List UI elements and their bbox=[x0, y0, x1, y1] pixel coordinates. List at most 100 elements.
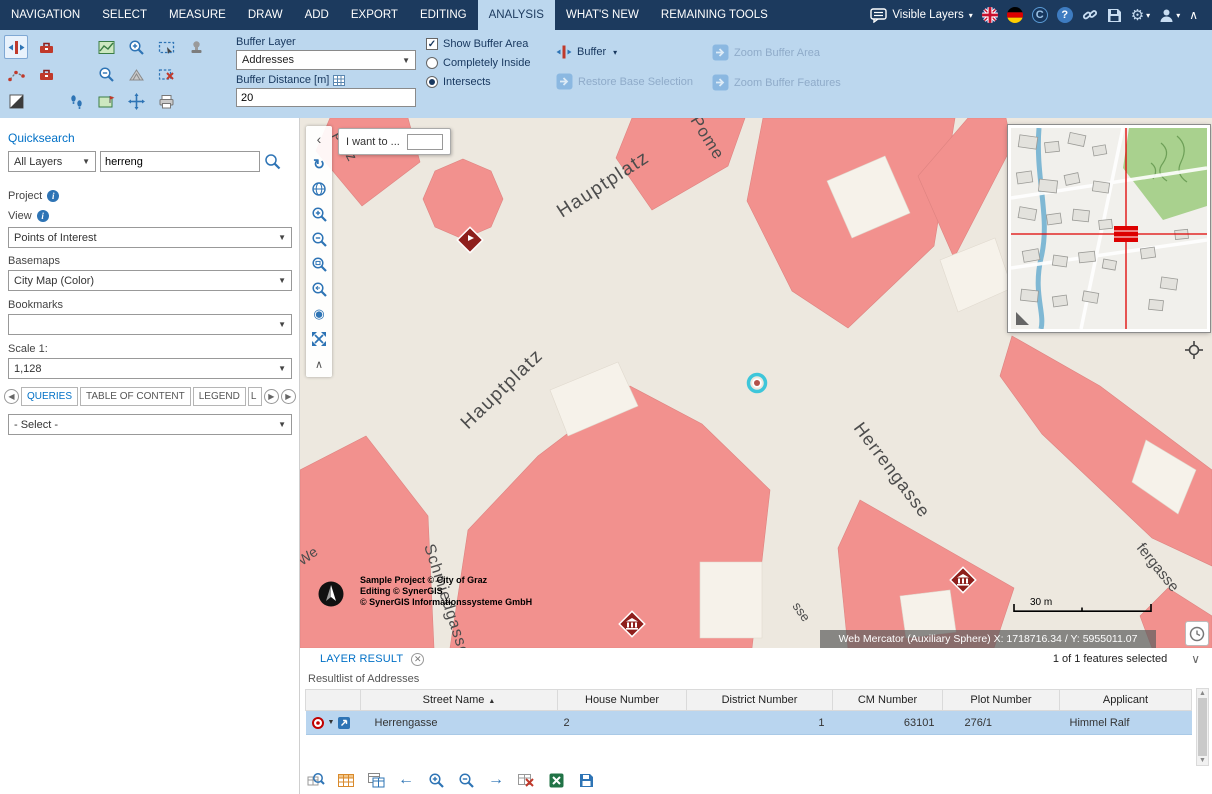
refresh-icon[interactable]: ↻ bbox=[309, 154, 329, 174]
save-session-icon[interactable] bbox=[1107, 8, 1122, 23]
zoom-in-icon[interactable] bbox=[309, 204, 329, 224]
menu-draw[interactable]: DRAW bbox=[237, 0, 294, 30]
select-rectangle-tool-icon[interactable] bbox=[154, 35, 178, 59]
tabs-scroll-right-icon[interactable]: ▶ bbox=[264, 389, 279, 404]
menu-whats-new[interactable]: WHAT'S NEW bbox=[555, 0, 650, 30]
column-header-cm-number[interactable]: CM Number bbox=[833, 690, 943, 711]
show-buffer-area-checkbox[interactable]: ✓Show Buffer Area bbox=[426, 38, 530, 50]
pan-tool-icon[interactable] bbox=[124, 89, 148, 113]
menu-add[interactable]: ADD bbox=[294, 0, 340, 30]
print-tool-icon[interactable] bbox=[154, 89, 178, 113]
search-icon[interactable] bbox=[264, 153, 281, 170]
project-info-icon[interactable]: i bbox=[47, 190, 59, 202]
column-header-district-number[interactable]: District Number bbox=[687, 690, 833, 711]
column-header-applicant[interactable]: Applicant bbox=[1060, 690, 1192, 711]
grid-picker-icon[interactable] bbox=[333, 75, 345, 86]
settings-dropdown[interactable]: ⚙▾ bbox=[1131, 8, 1150, 23]
search-layer-select[interactable]: All Layers▼ bbox=[8, 151, 96, 172]
menu-editing[interactable]: EDITING bbox=[409, 0, 478, 30]
i-want-to-input[interactable] bbox=[407, 134, 443, 150]
copernicus-icon[interactable]: C bbox=[1032, 7, 1048, 23]
column-header-house-number[interactable]: House Number bbox=[558, 690, 687, 711]
menu-measure[interactable]: MEASURE bbox=[158, 0, 237, 30]
map-viewport[interactable]: Hauptplatz Hauptplatz Herrengasse Pome S… bbox=[300, 118, 1212, 648]
completely-inside-radio[interactable]: Completely Inside bbox=[426, 57, 530, 69]
view-select[interactable]: Points of Interest▼ bbox=[8, 227, 292, 248]
overview-map-tool-icon[interactable] bbox=[94, 35, 118, 59]
zoom-buffer-features-button[interactable]: Zoom Buffer Features bbox=[712, 74, 841, 91]
tab-table-of-content[interactable]: TABLE OF CONTENT bbox=[80, 387, 191, 406]
center-map-icon[interactable]: ◉ bbox=[309, 304, 329, 324]
zoom-out-tool-icon[interactable] bbox=[94, 62, 118, 86]
user-dropdown[interactable]: ▾ bbox=[1159, 8, 1180, 23]
link-icon[interactable] bbox=[1082, 7, 1098, 23]
export-excel-icon[interactable] bbox=[547, 771, 565, 789]
buffer-button[interactable]: Buffer▾ bbox=[556, 44, 693, 60]
visible-layers-dropdown[interactable]: Visible Layers ▾ bbox=[870, 8, 972, 23]
swipe-tool-icon[interactable] bbox=[4, 89, 28, 113]
zoom-out-icon[interactable] bbox=[309, 229, 329, 249]
full-extent-icon[interactable] bbox=[309, 329, 329, 349]
intersects-radio[interactable]: Intersects bbox=[426, 76, 530, 88]
tab-queries[interactable]: QUERIES bbox=[21, 387, 78, 406]
scale-select[interactable]: 1,128▼ bbox=[8, 358, 292, 379]
tabs-overflow-icon[interactable]: ▶ bbox=[281, 389, 296, 404]
zoom-to-selection-icon[interactable] bbox=[307, 771, 325, 789]
gps-position-icon[interactable] bbox=[1184, 340, 1204, 363]
zoom-in-tool-icon[interactable] bbox=[124, 35, 148, 59]
collapse-sidebar-icon[interactable]: ‹ bbox=[309, 129, 329, 149]
column-header-plot-number[interactable]: Plot Number bbox=[943, 690, 1060, 711]
zoom-in-result-icon[interactable] bbox=[427, 771, 445, 789]
i-want-to-widget[interactable]: I want to ... bbox=[338, 128, 451, 155]
clear-selection-tool-icon[interactable] bbox=[154, 62, 178, 86]
scrollbar-thumb[interactable] bbox=[1198, 698, 1207, 756]
menu-select[interactable]: SELECT bbox=[91, 0, 158, 30]
result-table-scrollbar[interactable]: ▲ ▼ bbox=[1196, 688, 1209, 766]
next-result-icon[interactable]: → bbox=[487, 771, 505, 789]
globe-icon[interactable] bbox=[309, 179, 329, 199]
buffer-layer-select[interactable]: Addresses▼ bbox=[236, 50, 416, 70]
buffer-tool-icon[interactable] bbox=[4, 35, 28, 59]
history-clock-icon[interactable] bbox=[1185, 621, 1209, 646]
toolbox-icon[interactable] bbox=[34, 35, 58, 59]
row-menu-chevron-icon[interactable]: ▼ bbox=[328, 719, 335, 726]
footprints-tool-icon[interactable] bbox=[64, 89, 88, 113]
tab-legend[interactable]: LEGEND bbox=[193, 387, 246, 406]
zoom-out-result-icon[interactable] bbox=[457, 771, 475, 789]
map-flag-tool-icon[interactable] bbox=[94, 89, 118, 113]
open-table-icon[interactable] bbox=[337, 771, 355, 789]
language-german-flag-icon[interactable] bbox=[1007, 7, 1023, 23]
previous-result-icon[interactable]: ← bbox=[397, 771, 415, 789]
clear-selection-icon[interactable] bbox=[517, 771, 535, 789]
zoom-to-feature-icon[interactable] bbox=[337, 716, 351, 730]
toolbox-secondary-icon[interactable] bbox=[34, 62, 58, 86]
view-info-icon[interactable]: i bbox=[37, 210, 49, 222]
copy-table-icon[interactable] bbox=[367, 771, 385, 789]
menu-analysis[interactable]: ANALYSIS bbox=[478, 0, 555, 30]
zoom-previous-icon[interactable] bbox=[309, 279, 329, 299]
zoom-buffer-area-button[interactable]: Zoom Buffer Area bbox=[712, 44, 841, 61]
close-panel-icon[interactable]: ✕ bbox=[411, 653, 424, 666]
toolbar-scroll-up-icon[interactable]: ∧ bbox=[309, 354, 329, 374]
collapse-ribbon-icon[interactable]: ∧ bbox=[1189, 8, 1198, 22]
overview-map[interactable] bbox=[1008, 125, 1210, 332]
menu-export[interactable]: EXPORT bbox=[340, 0, 409, 30]
surface-tool-icon[interactable] bbox=[124, 62, 148, 86]
zoom-window-icon[interactable] bbox=[309, 254, 329, 274]
basemap-select[interactable]: City Map (Color)▼ bbox=[8, 270, 292, 291]
tab-cut[interactable]: L bbox=[248, 387, 262, 406]
help-icon[interactable]: ? bbox=[1057, 7, 1073, 23]
save-result-icon[interactable] bbox=[577, 771, 595, 789]
quicksearch-input[interactable] bbox=[100, 151, 260, 172]
tabs-scroll-left-icon[interactable]: ◀ bbox=[4, 389, 19, 404]
menu-remaining-tools[interactable]: REMAINING TOOLS bbox=[650, 0, 779, 30]
collapse-panel-icon[interactable]: ∨ bbox=[1191, 652, 1200, 666]
quicksearch-link[interactable]: Quicksearch bbox=[8, 131, 75, 145]
menu-navigation[interactable]: NAVIGATION bbox=[0, 0, 91, 30]
layer-result-tab[interactable]: LAYER RESULT bbox=[320, 653, 403, 665]
measure-line-tool-icon[interactable] bbox=[4, 62, 28, 86]
language-english-flag-icon[interactable] bbox=[982, 7, 998, 23]
query-select[interactable]: - Select -▼ bbox=[8, 414, 292, 435]
scroll-down-icon[interactable]: ▼ bbox=[1199, 757, 1206, 764]
bookmarks-select[interactable]: ▼ bbox=[8, 314, 292, 335]
